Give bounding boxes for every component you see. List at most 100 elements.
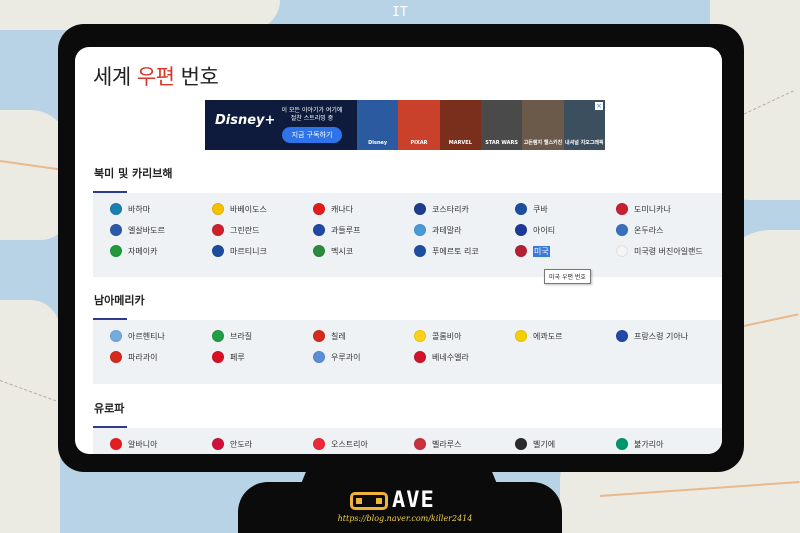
country-link[interactable]: 벨라루스 (414, 438, 461, 450)
flag-icon (313, 351, 325, 363)
ad-close-icon[interactable]: × (595, 102, 603, 110)
country-name: 과들루프 (331, 225, 361, 235)
flag-icon (313, 438, 325, 450)
country-link[interactable]: 쿠바 (515, 203, 548, 215)
flag-icon (414, 438, 426, 450)
country-name: 우루과이 (331, 352, 361, 362)
flag-icon (313, 330, 325, 342)
country-name: 불가리아 (634, 439, 664, 449)
country-link[interactable]: 마르티니크 (212, 245, 267, 257)
country-name: 그린란드 (230, 225, 260, 235)
country-link[interactable]: 아이티 (515, 224, 555, 236)
country-link[interactable]: 푸에르토 리코 (414, 245, 479, 257)
flag-icon (414, 203, 426, 215)
page-title-word-3: 번호 (180, 65, 219, 89)
country-link[interactable]: 우루과이 (313, 351, 360, 363)
country-link[interactable]: 온두라스 (616, 224, 663, 236)
country-name: 벨기에 (533, 439, 556, 449)
flag-icon (414, 351, 426, 363)
country-name: 캐나다 (331, 204, 354, 214)
country-name: 미국령 버진아일랜드 (634, 246, 703, 256)
country-name: 도미니카나 (634, 204, 671, 214)
ad-tile: MARVEL (439, 100, 481, 150)
flag-icon (515, 438, 527, 450)
country-name: 미국 (533, 245, 550, 257)
country-name: 안도라 (230, 439, 253, 449)
flag-icon (313, 245, 325, 257)
country-link[interactable]: 바베이도스 (212, 203, 267, 215)
flag-icon (616, 438, 628, 450)
flag-icon (212, 351, 224, 363)
country-link[interactable]: 자메이카 (110, 245, 157, 257)
flag-icon (110, 330, 122, 342)
country-link[interactable]: 그린란드 (212, 224, 259, 236)
flag-icon (110, 351, 122, 363)
flag-icon (616, 330, 628, 342)
browser-screen: 세계 우편 번호 Disney+ 이 모든 이야기가 여기에 절찬 스트리밍 중… (75, 47, 722, 454)
country-name: 베네수엘라 (432, 352, 469, 362)
ad-brand-block: Disney+ (205, 100, 275, 150)
country-link[interactable]: 벨기에 (515, 438, 555, 450)
country-name: 아르헨티나 (128, 331, 165, 341)
country-link[interactable]: 과테말라 (414, 224, 461, 236)
country-link[interactable]: 파라과이 (110, 351, 157, 363)
flag-icon (212, 330, 224, 342)
flag-icon (110, 224, 122, 236)
country-name: 코스타리카 (432, 204, 469, 214)
tooltip: 미국 우편 번호 (544, 269, 591, 284)
country-link[interactable]: 브라질 (212, 330, 252, 342)
country-link[interactable]: 오스트리아 (313, 438, 368, 450)
country-link[interactable]: 아르헨티나 (110, 330, 165, 342)
country-link[interactable]: 베네수엘라 (414, 351, 469, 363)
flag-icon (313, 224, 325, 236)
country-link[interactable]: 캐나다 (313, 203, 353, 215)
ad-tile: Disney (357, 100, 399, 150)
ad-tiles: Disney PIXAR MARVEL STAR WARS 고든램지 헬스키친 내셔널 지… (357, 100, 605, 150)
country-name: 쿠바 (533, 204, 548, 214)
ad-copy: 이 모든 이야기가 여기에 절찬 스트리밍 중 (281, 107, 343, 122)
country-link[interactable]: 미국령 버진아일랜드 (616, 245, 703, 257)
country-name: 콜롬비아 (432, 331, 462, 341)
country-link[interactable]: 에콰도르 (515, 330, 562, 342)
ad-tile: STAR WARS (480, 100, 523, 150)
country-link[interactable]: 과들루프 (313, 224, 360, 236)
section-heading: 남아메리카 (94, 294, 145, 307)
blog-logo: AVE (350, 488, 435, 513)
flag-icon (110, 438, 122, 450)
country-link[interactable]: 페루 (212, 351, 245, 363)
country-name: 멕시코 (331, 246, 354, 256)
country-name: 아이티 (533, 225, 556, 235)
country-name: 과테말라 (432, 225, 462, 235)
country-link[interactable]: 도미니카나 (616, 203, 671, 215)
country-link[interactable]: 미국 (515, 245, 550, 257)
flag-icon (110, 203, 122, 215)
country-link[interactable]: 불가리아 (616, 438, 663, 450)
country-link[interactable]: 칠레 (313, 330, 346, 342)
ad-tile-label: PIXAR (410, 140, 428, 146)
country-name: 오스트리아 (331, 439, 368, 449)
country-name: 브라질 (230, 331, 253, 341)
logo-text: AVE (392, 488, 435, 513)
country-name: 칠레 (331, 331, 346, 341)
country-link[interactable]: 콜롬비아 (414, 330, 461, 342)
ad-subscribe-button[interactable]: 지금 구독하기 (281, 127, 343, 143)
flag-icon (515, 245, 527, 257)
country-link[interactable]: 알바니아 (110, 438, 157, 450)
flag-icon (616, 224, 628, 236)
flag-icon (212, 245, 224, 257)
country-link[interactable]: 엘살바도르 (110, 224, 165, 236)
country-link[interactable]: 프랑스령 기아나 (616, 330, 688, 342)
flag-icon (212, 203, 224, 215)
country-link[interactable]: 코스타리카 (414, 203, 469, 215)
logo-url: https://blog.naver.com/killer2414 (337, 514, 473, 523)
section-heading: 북미 및 카리브해 (94, 167, 173, 180)
country-link[interactable]: 바하마 (110, 203, 150, 215)
gamepad-icon (350, 491, 388, 510)
country-link[interactable]: 멕시코 (313, 245, 353, 257)
flag-icon (616, 203, 628, 215)
country-name: 마르티니크 (230, 246, 267, 256)
country-link[interactable]: 안도라 (212, 438, 252, 450)
advertisement-banner[interactable]: Disney+ 이 모든 이야기가 여기에 절찬 스트리밍 중 지금 구독하기 … (205, 100, 605, 150)
ad-tile: 고든램지 헬스키친 (522, 100, 564, 150)
country-name: 알바니아 (128, 439, 158, 449)
